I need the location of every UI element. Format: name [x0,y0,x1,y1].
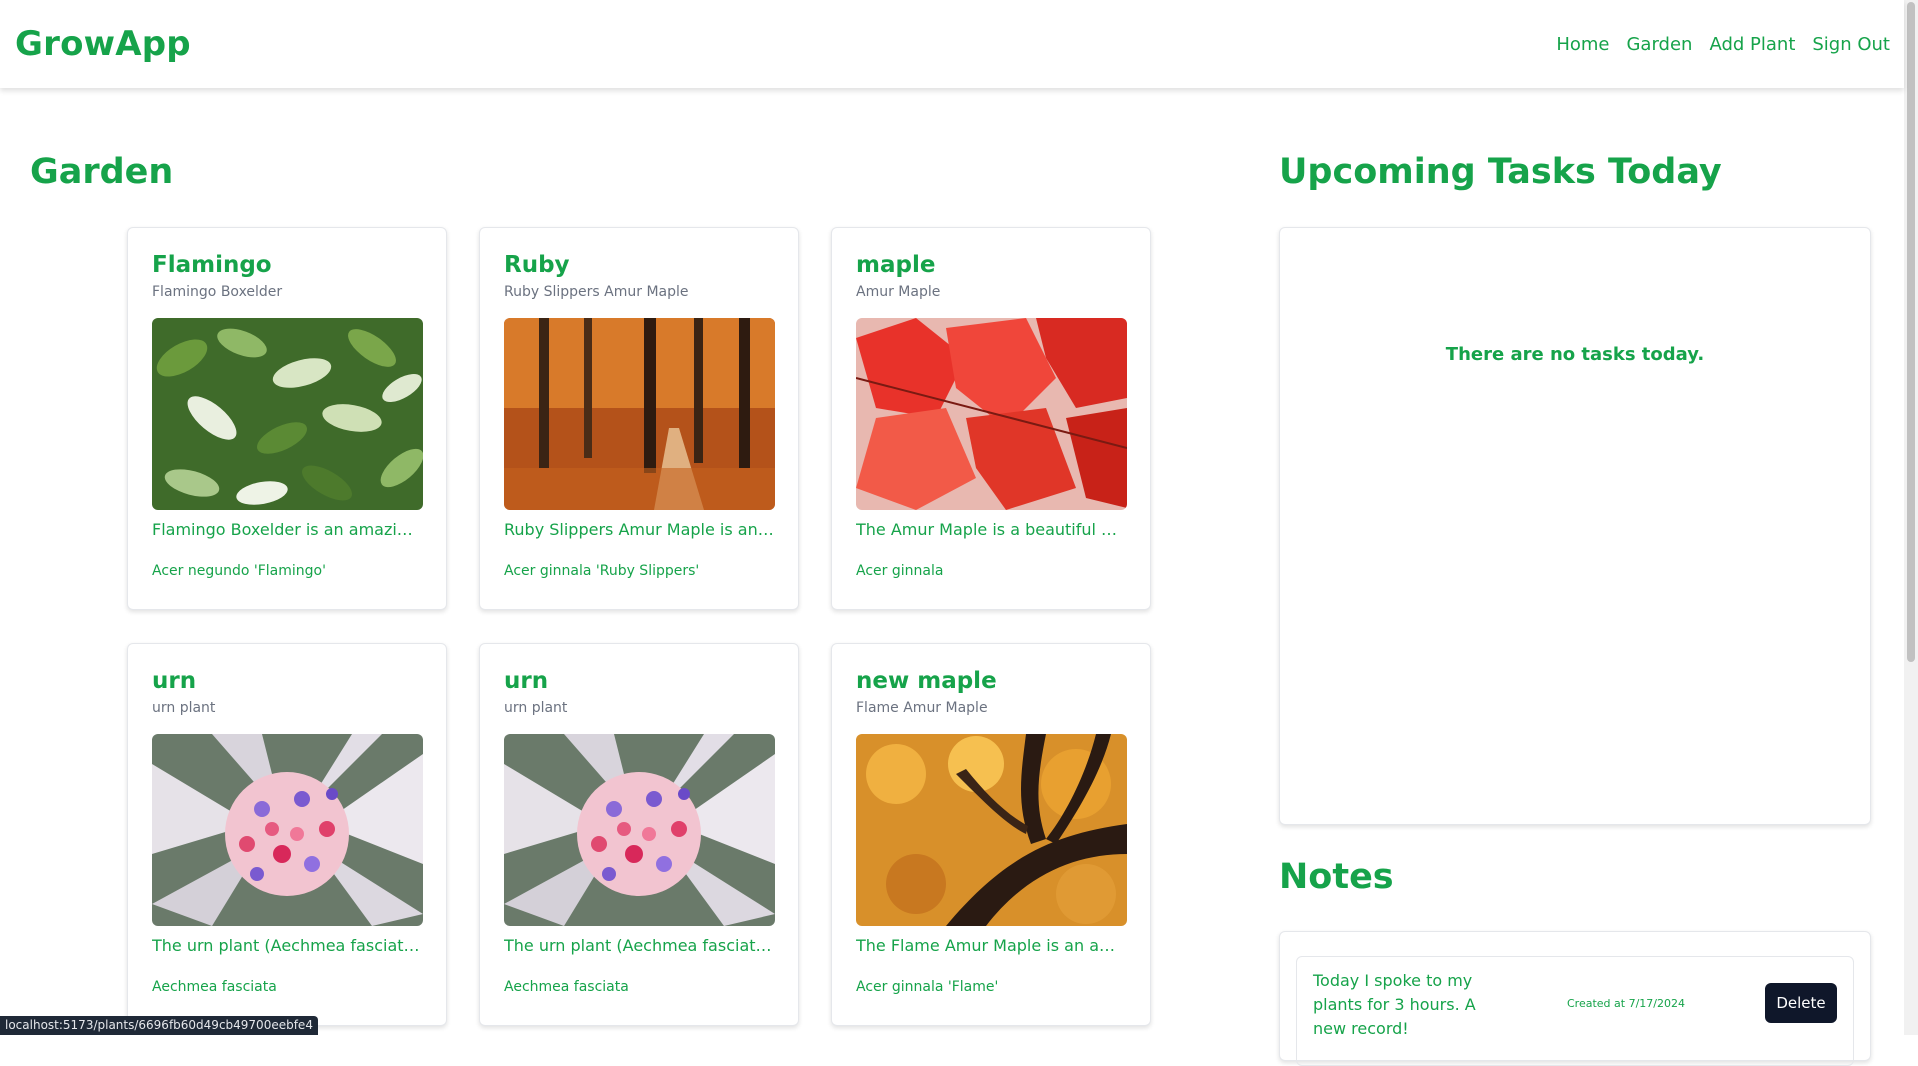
nav-link-home[interactable]: Home [1556,34,1609,55]
plant-scientific-name: Acer ginnala [856,563,944,579]
plant-scientific-name: Aechmea fasciata [504,979,629,995]
plant-common-name: urn plant [152,700,216,716]
notes-title: Notes [1279,857,1394,897]
plant-name: urn [504,668,549,694]
plant-image [504,734,775,926]
plant-image [856,318,1127,510]
plant-common-name: Ruby Slippers Amur Maple [504,284,689,300]
plant-common-name: Amur Maple [856,284,941,300]
note-created-date: Created at 7/17/2024 [1567,997,1685,1010]
tasks-title: Upcoming Tasks Today [1279,152,1722,192]
scrollbar-thumb[interactable] [1907,2,1915,662]
status-bar-url: localhost:5173/plants/6696fb60d49cb49700… [0,1016,318,1035]
nav-link-sign-out[interactable]: Sign Out [1812,34,1890,55]
nav-link-add-plant[interactable]: Add Plant [1709,34,1795,55]
plant-name: maple [856,252,936,278]
plant-scientific-name: Acer ginnala 'Ruby Slippers' [504,563,700,579]
plant-card[interactable]: Flamingo Flamingo Boxelder Flamingo Boxe… [127,227,447,610]
plant-name: Flamingo [152,252,272,278]
app-brand[interactable]: GrowApp [15,24,191,64]
plant-scientific-name: Acer negundo 'Flamingo' [152,563,326,579]
plant-image [152,318,423,510]
page-scrollbar[interactable] [1904,0,1918,1035]
nav-links: Home Garden Add Plant Sign Out [1556,34,1890,55]
plant-description: The Flame Amur Maple is an amazi... [856,936,1126,955]
plant-name: Ruby [504,252,570,278]
note-text: Today I spoke to my plants for 3 hours. … [1313,971,1476,1038]
plant-common-name: urn plant [504,700,568,716]
plant-card[interactable]: maple Amur Maple The Amur Maple is a bea… [831,227,1151,610]
nav-link-garden[interactable]: Garden [1626,34,1692,55]
plant-common-name: Flame Amur Maple [856,700,988,716]
plant-card[interactable]: new maple Flame Amur Maple The Flame Amu… [831,643,1151,1026]
plant-description: Flamingo Boxelder is an amazing an... [152,520,422,539]
plant-description: The Amur Maple is a beautiful and v... [856,520,1126,539]
navbar: GrowApp Home Garden Add Plant Sign Out [0,0,1904,88]
plant-image [152,734,423,926]
plant-name: new maple [856,668,997,694]
plant-scientific-name: Aechmea fasciata [152,979,277,995]
plant-name: urn [152,668,197,694]
plant-image [856,734,1127,926]
plant-card[interactable]: Ruby Ruby Slippers Amur Maple Ruby Slipp… [479,227,799,610]
delete-note-button[interactable]: Delete [1765,983,1837,1023]
note-item: Today I spoke to my plants for 3 hours. … [1296,956,1854,1066]
garden-title: Garden [30,152,174,192]
plant-card[interactable]: urn urn plant The urn plant (Aechmea fas… [127,643,447,1026]
plant-common-name: Flamingo Boxelder [152,284,283,300]
plant-card[interactable]: urn urn plant The urn plant (Aechmea fas… [479,643,799,1026]
plant-description: The urn plant (Aechmea fasciata) is ... [152,936,422,955]
plant-description: Ruby Slippers Amur Maple is an am... [504,520,774,539]
plant-scientific-name: Acer ginnala 'Flame' [856,979,999,995]
tasks-empty-message: There are no tasks today. [1445,344,1705,365]
tasks-panel: There are no tasks today. [1279,227,1871,825]
plant-image [504,318,775,510]
plant-description: The urn plant (Aechmea fasciata) is ... [504,936,774,955]
notes-panel: Today I spoke to my plants for 3 hours. … [1279,931,1871,1066]
